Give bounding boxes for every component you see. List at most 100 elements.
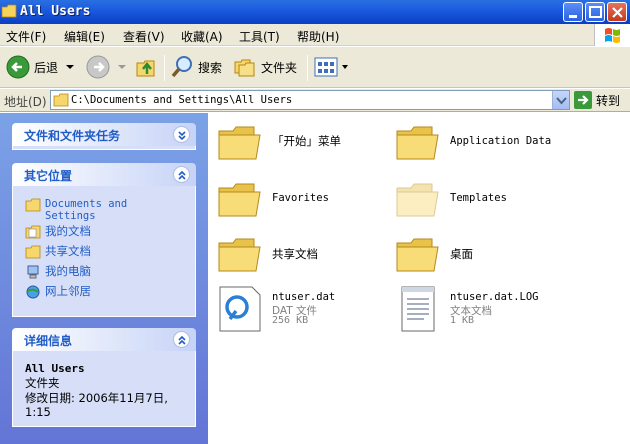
item-name: Application Data bbox=[450, 135, 552, 147]
item-name: 共享文档 bbox=[272, 247, 318, 261]
address-dropdown-button[interactable] bbox=[552, 91, 569, 109]
item-name: Templates bbox=[450, 192, 507, 204]
chevron-double-up-icon bbox=[178, 170, 186, 180]
forward-button[interactable] bbox=[86, 53, 128, 81]
place-my-documents[interactable]: 我的文档 bbox=[25, 225, 91, 239]
other-places-body: Documents and Settings 我的文档 共享文档 我的电脑 网上… bbox=[12, 186, 196, 317]
forward-arrow-icon bbox=[86, 55, 110, 79]
details-name: All Users bbox=[25, 362, 85, 375]
views-icon bbox=[314, 57, 338, 77]
details-modified: 修改日期: 2006年11月7日, 1:15 bbox=[25, 391, 168, 419]
folder-icon bbox=[396, 238, 439, 272]
views-button[interactable] bbox=[314, 53, 350, 81]
back-button[interactable]: 后退 bbox=[6, 53, 76, 81]
minimize-button[interactable] bbox=[563, 2, 583, 22]
file-item-ntuser-dat[interactable]: ntuser.dat DAT 文件 256 KB bbox=[216, 285, 416, 333]
folder-icon bbox=[396, 183, 439, 217]
place-my-computer[interactable]: 我的电脑 bbox=[25, 265, 91, 279]
tasks-panel-body bbox=[12, 146, 196, 150]
folder-item-shared-documents[interactable]: 共享文档 bbox=[216, 231, 416, 279]
place-label: 网上邻居 bbox=[45, 284, 91, 298]
go-button[interactable]: 转到 bbox=[574, 90, 620, 110]
folder-item-desktop[interactable]: 桌面 bbox=[394, 231, 594, 279]
address-label: 地址(D) bbox=[4, 95, 47, 109]
search-button[interactable]: 搜索 bbox=[170, 53, 222, 81]
search-icon bbox=[171, 56, 192, 78]
item-size: 1 KB bbox=[450, 315, 475, 326]
address-bar: 地址(D) C:\Documents and Settings\All User… bbox=[0, 89, 630, 112]
back-label: 后退 bbox=[34, 60, 59, 75]
place-label: 我的电脑 bbox=[45, 264, 91, 278]
up-folder-icon bbox=[136, 60, 155, 77]
place-documents-and-settings[interactable]: Documents and Settings bbox=[25, 198, 155, 222]
dat-file-icon bbox=[219, 286, 261, 332]
folders-label: 文件夹 bbox=[261, 60, 298, 75]
tasks-panel-header[interactable]: 文件和文件夹任务 bbox=[12, 123, 196, 146]
chevron-down-icon bbox=[66, 65, 75, 69]
address-input[interactable]: C:\Documents and Settings\All Users bbox=[50, 90, 570, 110]
maximize-button[interactable] bbox=[585, 2, 605, 22]
item-size: 256 KB bbox=[272, 315, 309, 326]
menu-file[interactable]: 文件(F) bbox=[6, 28, 46, 45]
close-icon bbox=[612, 7, 623, 18]
folder-item-favorites[interactable]: Favorites bbox=[216, 176, 416, 224]
details-header[interactable]: 详细信息 bbox=[12, 328, 196, 351]
menu-edit[interactable]: 编辑(E) bbox=[64, 28, 105, 45]
place-label: Documents and Settings bbox=[45, 198, 128, 222]
chevron-down-icon bbox=[556, 97, 567, 105]
folder-item-templates[interactable]: Templates bbox=[394, 176, 594, 224]
folder-icon bbox=[218, 126, 261, 160]
details-body: All Users 文件夹 修改日期: 2006年11月7日, 1:15 bbox=[12, 351, 196, 427]
up-folder-button[interactable] bbox=[134, 53, 160, 81]
close-button[interactable] bbox=[607, 2, 627, 22]
chevron-down-icon bbox=[118, 65, 126, 69]
folders-button[interactable]: 文件夹 bbox=[233, 53, 297, 81]
my-documents-icon bbox=[25, 225, 41, 239]
back-arrow-icon bbox=[6, 55, 30, 79]
chevron-double-down-icon bbox=[178, 131, 186, 141]
folder-item-application-data[interactable]: Application Data bbox=[394, 119, 594, 167]
my-computer-icon bbox=[27, 265, 39, 279]
title-bar[interactable]: All Users bbox=[0, 0, 630, 24]
details-title: 详细信息 bbox=[24, 334, 73, 348]
file-item-ntuser-dat-log[interactable]: ntuser.dat.LOG 文本文档 1 KB bbox=[394, 285, 594, 333]
menu-tools[interactable]: 工具(T) bbox=[239, 28, 280, 45]
folder-icon bbox=[218, 238, 261, 272]
folder-icon bbox=[25, 245, 41, 259]
folder-item-start-menu[interactable]: 「开始」菜单 bbox=[216, 119, 416, 167]
item-name: Favorites bbox=[272, 192, 329, 204]
menu-view[interactable]: 查看(V) bbox=[123, 28, 165, 45]
search-label: 搜索 bbox=[198, 60, 223, 75]
item-name: ntuser.dat.LOG bbox=[450, 291, 539, 303]
menu-favorites[interactable]: 收藏(A) bbox=[181, 28, 223, 45]
network-icon bbox=[26, 285, 40, 299]
place-label: 我的文档 bbox=[45, 224, 91, 238]
folder-icon bbox=[25, 198, 41, 212]
folder-icon bbox=[53, 93, 69, 107]
go-arrow-icon bbox=[574, 91, 592, 109]
other-places-title: 其它位置 bbox=[24, 169, 73, 183]
expand-button[interactable] bbox=[173, 126, 190, 143]
window-title: All Users bbox=[20, 4, 91, 19]
toolbar: 后退 搜索 文件夹 bbox=[0, 47, 630, 88]
place-shared-documents[interactable]: 共享文档 bbox=[25, 245, 91, 259]
other-places-header[interactable]: 其它位置 bbox=[12, 163, 196, 186]
chevron-down-icon bbox=[342, 65, 348, 69]
menu-bar: 文件(F) 编辑(E) 查看(V) 收藏(A) 工具(T) 帮助(H) bbox=[0, 24, 630, 46]
folder-icon bbox=[1, 4, 17, 18]
item-name: ntuser.dat bbox=[272, 291, 336, 303]
minimize-icon bbox=[569, 15, 577, 18]
menu-help[interactable]: 帮助(H) bbox=[297, 28, 339, 45]
item-name: 「开始」菜单 bbox=[272, 134, 341, 148]
windows-logo bbox=[594, 24, 630, 46]
tasks-panel-title: 文件和文件夹任务 bbox=[24, 129, 121, 143]
collapse-button[interactable] bbox=[173, 166, 190, 183]
task-pane: 文件和文件夹任务 其它位置 Documents and Settings 我的文… bbox=[0, 113, 208, 444]
file-list: 「开始」菜单 Application Data Favorites Templa… bbox=[208, 113, 630, 444]
place-network[interactable]: 网上邻居 bbox=[25, 285, 91, 299]
chevron-double-up-icon bbox=[178, 335, 186, 345]
toolbar-separator bbox=[307, 55, 308, 81]
folder-icon bbox=[218, 183, 261, 217]
collapse-button[interactable] bbox=[173, 331, 190, 348]
place-label: 共享文档 bbox=[45, 244, 91, 258]
